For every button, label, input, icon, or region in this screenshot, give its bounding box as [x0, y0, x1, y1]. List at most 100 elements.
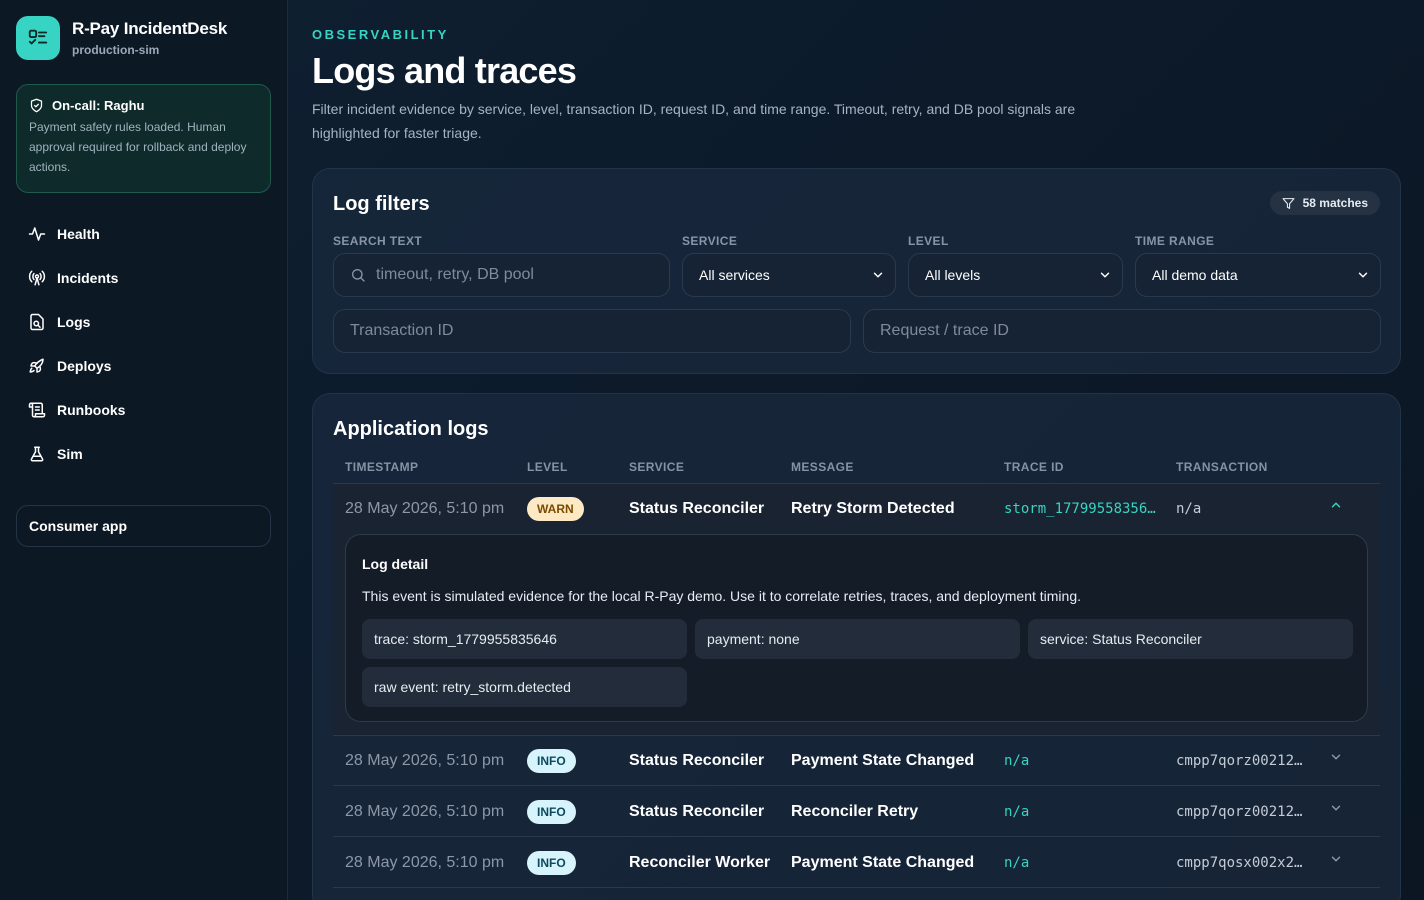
- brand[interactable]: R-Pay IncidentDesk production-sim: [16, 16, 227, 60]
- level-badge-info: INFO: [527, 749, 576, 773]
- shield-check-icon: [30, 98, 43, 113]
- chevron-down-icon: [1358, 272, 1368, 278]
- table-row[interactable]: 28 May 2026, 5:10 pm INFO Status Reconci…: [333, 787, 1380, 837]
- consumer-app-button[interactable]: Consumer app: [16, 505, 271, 547]
- rocket-icon: [29, 358, 44, 373]
- nav-item-incidents[interactable]: Incidents: [16, 256, 271, 300]
- application-logs-card: Application logs TIMESTAMP LEVEL SERVICE…: [312, 393, 1401, 900]
- oncall-body: Payment safety rules loaded. Human appro…: [29, 120, 247, 174]
- nav-item-logs[interactable]: Logs: [16, 300, 271, 344]
- page-eyebrow: OBSERVABILITY: [312, 27, 449, 42]
- search-input[interactable]: timeout, retry, DB pool: [333, 253, 670, 297]
- row-message: Payment State Changed: [791, 854, 975, 871]
- flask-icon: [30, 446, 44, 462]
- activity-icon: [28, 227, 46, 241]
- brand-subtitle: production-sim: [72, 43, 160, 57]
- row-message: Reconciler Retry: [791, 803, 919, 820]
- row-timestamp: 28 May 2026, 5:10 pm: [345, 854, 505, 871]
- table-header: TIMESTAMP LEVEL SERVICE MESSAGE TRACE ID…: [333, 460, 1380, 484]
- request-trace-id-input[interactable]: Request / trace ID: [863, 309, 1381, 353]
- page-description: Filter incident evidence by service, lev…: [312, 101, 1076, 141]
- level-label: LEVEL: [908, 234, 949, 248]
- matches-badge: 58 matches: [1269, 191, 1380, 215]
- page-title: Logs and traces: [312, 50, 577, 91]
- column-timestamp: TIMESTAMP: [345, 460, 419, 474]
- chevron-down-icon: [1331, 805, 1341, 811]
- chevron-down-icon: [873, 272, 883, 278]
- table-row-expanded: 28 May 2026, 5:10 pm WARN Status Reconci…: [333, 484, 1380, 736]
- time-range-label: TIME RANGE: [1135, 234, 1215, 248]
- expand-row-button[interactable]: [1329, 732, 1343, 782]
- search-placeholder: timeout, retry, DB pool: [376, 266, 534, 283]
- level-badge-info: INFO: [527, 851, 576, 875]
- row-message: Payment State Changed: [791, 752, 975, 769]
- service-label: SERVICE: [682, 234, 738, 248]
- detail-chip-service: service: Status Reconciler: [1028, 619, 1353, 659]
- chevron-up-icon: [1331, 502, 1341, 508]
- transaction-id-placeholder: Transaction ID: [350, 322, 454, 339]
- row-transaction: n/a: [1176, 501, 1202, 517]
- nav-item-runbooks[interactable]: Runbooks: [16, 388, 271, 432]
- nav-label: Logs: [57, 314, 91, 330]
- log-detail-panel: Log detail This event is simulated evide…: [345, 534, 1368, 722]
- table-row[interactable]: 28 May 2026, 5:10 pm INFO Status Reconci…: [333, 736, 1380, 786]
- row-service: Status Reconciler: [629, 752, 765, 769]
- nav: Health Incidents Logs Deploys Runbooks S…: [16, 212, 271, 476]
- brand-logo-icon: [16, 16, 60, 60]
- table-row[interactable]: 28 May 2026, 5:10 pm INFO Reconciler Wor…: [333, 838, 1380, 888]
- row-trace-id: n/a: [1004, 804, 1030, 820]
- detail-chip-payment: payment: none: [695, 619, 1020, 659]
- service-value: All services: [699, 267, 770, 283]
- time-range-select[interactable]: All demo data: [1135, 253, 1381, 297]
- scroll-icon: [28, 402, 46, 418]
- column-transaction: TRANSACTION: [1176, 460, 1268, 474]
- column-service: SERVICE: [629, 460, 685, 474]
- search-icon: [352, 269, 365, 282]
- time-range-value: All demo data: [1152, 267, 1238, 283]
- application-logs-title: Application logs: [333, 418, 489, 440]
- log-filters-title: Log filters: [333, 193, 430, 215]
- expand-row-button[interactable]: [1329, 783, 1343, 833]
- collapse-row-button[interactable]: [1329, 480, 1343, 530]
- row-transaction: cmpp7qosx002x2…: [1176, 855, 1303, 871]
- expand-row-button[interactable]: [1329, 834, 1343, 884]
- row-service: Status Reconciler: [629, 500, 765, 517]
- row-transaction: cmpp7qorz00212…: [1176, 804, 1303, 820]
- row-timestamp: 28 May 2026, 5:10 pm: [345, 500, 505, 517]
- detail-chip-raw-event: raw event: retry_storm.detected: [362, 667, 687, 707]
- row-trace-id: n/a: [1004, 855, 1030, 871]
- filter-icon: [1282, 197, 1295, 209]
- row-trace-id: n/a: [1004, 753, 1030, 769]
- level-badge-info: INFO: [527, 800, 576, 824]
- chevron-down-icon: [1331, 754, 1341, 760]
- column-message: MESSAGE: [791, 460, 854, 474]
- row-transaction: cmpp7qorz00212…: [1176, 753, 1303, 769]
- nav-label: Runbooks: [57, 402, 126, 418]
- request-trace-id-placeholder: Request / trace ID: [880, 322, 1009, 339]
- chevron-down-icon: [1331, 856, 1341, 862]
- nav-item-health[interactable]: Health: [16, 212, 271, 256]
- oncall-title: On-call: Raghu: [52, 98, 145, 113]
- sidebar: R-Pay IncidentDesk production-sim On-cal…: [0, 0, 288, 900]
- log-filters-card: Log filters 58 matches SEARCH TEXT SERVI…: [312, 168, 1401, 374]
- expanded-row-header[interactable]: 28 May 2026, 5:10 pm WARN Status Reconci…: [333, 484, 1380, 534]
- transaction-id-input[interactable]: Transaction ID: [333, 309, 851, 353]
- file-search-icon: [30, 313, 44, 331]
- nav-item-sim[interactable]: Sim: [16, 432, 271, 476]
- search-text-label: SEARCH TEXT: [333, 234, 423, 248]
- level-badge-warn: WARN: [527, 497, 584, 521]
- column-level: LEVEL: [527, 460, 568, 474]
- row-timestamp: 28 May 2026, 5:10 pm: [345, 752, 505, 769]
- nav-item-deploys[interactable]: Deploys: [16, 344, 271, 388]
- oncall-card: On-call: Raghu Payment safety rules load…: [16, 84, 271, 193]
- brand-name: R-Pay IncidentDesk: [72, 19, 228, 38]
- level-select[interactable]: All levels: [908, 253, 1123, 297]
- service-select[interactable]: All services: [682, 253, 896, 297]
- radio-tower-icon: [28, 270, 46, 286]
- row-trace-id[interactable]: storm_17799558356…: [1004, 484, 1164, 534]
- nav-label: Incidents: [57, 270, 119, 286]
- row-service: Status Reconciler: [629, 803, 765, 820]
- log-detail-text: This event is simulated evidence for the…: [362, 588, 1081, 604]
- row-timestamp: 28 May 2026, 5:10 pm: [345, 803, 505, 820]
- chevron-down-icon: [1100, 272, 1110, 278]
